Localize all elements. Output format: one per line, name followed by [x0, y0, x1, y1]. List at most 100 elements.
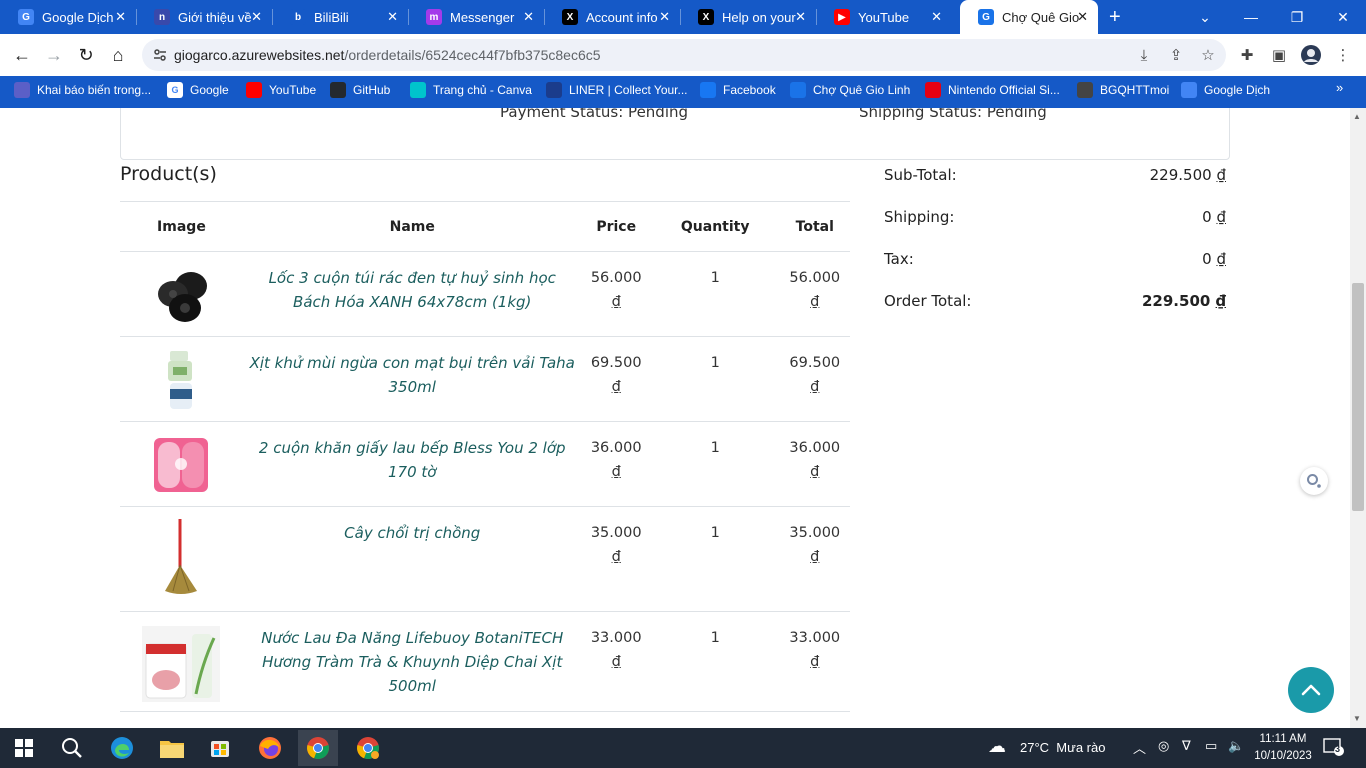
product-thumbnail[interactable] [120, 434, 243, 500]
back-to-top-button[interactable] [1288, 667, 1334, 713]
product-name-link[interactable]: Nước Lau Đa Năng Lifebuoy BotaniTECH Hươ… [249, 626, 576, 698]
install-app-icon[interactable]: ⤓ [1134, 45, 1154, 65]
share-icon[interactable]: ⇪ [1166, 45, 1186, 65]
scroll-up-arrow-icon[interactable]: ▲ [1353, 112, 1361, 121]
new-tab-button[interactable]: + [1109, 6, 1121, 29]
forward-button[interactable]: → [43, 44, 65, 66]
quantity-cell: 1 [650, 506, 780, 612]
product-thumbnail[interactable] [120, 624, 243, 708]
close-tab-icon[interactable]: ✕ [251, 9, 262, 25]
bookmark-item[interactable]: Khai báo biến trong... [14, 76, 151, 104]
chevron-up-icon [1301, 684, 1321, 696]
messenger-icon: m [426, 9, 442, 25]
table-row: Xịt khử mùi ngừa con mạt bụi trên vải Ta… [120, 336, 850, 422]
start-button[interactable] [4, 730, 44, 766]
total-cell-value: 56.000 [789, 270, 841, 286]
x-icon: X [698, 9, 714, 25]
search-icon[interactable] [52, 730, 92, 766]
site-info-icon[interactable] [152, 47, 168, 63]
bookmark-item[interactable]: Trang chủ - Canva [410, 76, 532, 104]
chrome-profile-icon[interactable] [348, 730, 388, 766]
close-tab-icon[interactable]: ✕ [387, 9, 398, 25]
network-icon[interactable]: ▭ [1205, 738, 1217, 754]
close-tab-icon[interactable]: ✕ [659, 9, 670, 25]
home-button[interactable]: ⌂ [107, 44, 129, 66]
scrollbar-thumb[interactable] [1352, 283, 1364, 511]
product-image-cell [120, 251, 243, 337]
bookmark-item[interactable]: Nintendo Official Si... [925, 76, 1060, 104]
close-tab-icon[interactable]: ✕ [1077, 9, 1088, 25]
browser-menu-icon[interactable]: ⋮ [1333, 45, 1353, 65]
product-name-link[interactable]: Cây chổi trị chồng [249, 521, 576, 545]
edge-icon[interactable] [102, 730, 142, 766]
browser-tab[interactable]: X Account info ✕ [544, 0, 680, 34]
volume-icon[interactable]: 🔈 [1228, 738, 1244, 754]
bookmark-item[interactable]: GitHub [330, 76, 390, 104]
shipping-row: Shipping: 0 ₫ [884, 208, 1226, 250]
taskbar-clock[interactable]: 11:11 AM 10/10/2023 [1248, 731, 1318, 765]
vpn-icon[interactable]: ∇ [1182, 738, 1191, 754]
bookmark-item[interactable]: BGQHTTmoi [1077, 76, 1169, 104]
side-panel-icon[interactable]: ▣ [1269, 45, 1289, 65]
camera-icon[interactable]: ◎ [1158, 738, 1169, 754]
product-name-link[interactable]: 2 cuộn khăn giấy lau bếp Bless You 2 lớp… [249, 436, 576, 484]
product-thumbnail[interactable] [120, 264, 243, 330]
browser-tab[interactable]: b BiliBili ✕ [272, 0, 408, 34]
more-bookmarks-icon[interactable]: » [1336, 80, 1343, 95]
browser-tab[interactable]: G Chợ Quê Gio ✕ [960, 0, 1098, 34]
weather-icon[interactable]: ☁ [988, 736, 1006, 757]
close-tab-icon[interactable]: ✕ [931, 9, 942, 25]
firefox-icon[interactable] [250, 730, 290, 766]
bookmark-item[interactable]: G Google [167, 76, 229, 104]
product-name-link[interactable]: Lốc 3 cuộn túi rác đen tự huỷ sinh học B… [249, 266, 576, 314]
close-tab-icon[interactable]: ✕ [523, 9, 534, 25]
weather-widget[interactable]: 27°C Mưa rào [1020, 740, 1105, 755]
tax-row: Tax: 0 ₫ [884, 250, 1226, 292]
product-image-cell [120, 336, 243, 422]
bookmark-item[interactable]: Chợ Quê Gio Linh [790, 76, 910, 104]
currency-symbol: ₫ [611, 379, 621, 395]
bookmark-star-icon[interactable]: ☆ [1198, 45, 1218, 65]
bookmark-item[interactable]: YouTube [246, 76, 316, 104]
bookmark-label: Google Dịch [1204, 83, 1271, 97]
price-cell-value: 56.000 [590, 270, 642, 286]
close-tab-icon[interactable]: ✕ [795, 9, 806, 25]
file-explorer-icon[interactable] [152, 730, 192, 766]
restore-button[interactable]: ❐ [1274, 0, 1320, 34]
close-tab-icon[interactable]: ✕ [115, 9, 126, 25]
notifications-icon[interactable]: 3 [1323, 737, 1345, 757]
back-button[interactable]: ← [11, 44, 33, 66]
browser-tab[interactable]: n Giới thiệu về ✕ [136, 0, 272, 34]
browser-tab[interactable]: m Messenger ✕ [408, 0, 544, 34]
bookmark-item[interactable]: Facebook [700, 76, 776, 104]
product-thumbnail[interactable] [120, 517, 243, 601]
google-icon: G [167, 82, 183, 98]
scroll-down-arrow-icon[interactable]: ▼ [1353, 714, 1361, 723]
minimize-button[interactable]: — [1228, 0, 1274, 34]
tab-title: Messenger [450, 9, 515, 25]
currency-symbol: ₫ [810, 464, 820, 480]
bookmark-item[interactable]: Google Dịch [1181, 76, 1270, 104]
youtube-icon: ▶ [834, 9, 850, 25]
address-bar[interactable]: giogarco.azurewebsites.net/orderdetails/… [142, 39, 1226, 71]
extensions-icon[interactable]: ✚ [1237, 45, 1257, 65]
show-hidden-icons-icon[interactable]: ︿ [1133, 738, 1146, 757]
chrome-icon[interactable] [298, 730, 338, 766]
browser-tab[interactable]: ▶ YouTube ✕ [816, 0, 952, 34]
table-row: Cây chổi trị chồng 35.000 ₫ 1 35.000 ₫ [120, 506, 850, 612]
browser-tab[interactable]: X Help on your ✕ [680, 0, 816, 34]
close-window-button[interactable]: ✕ [1320, 0, 1366, 34]
bookmark-item[interactable]: LINER | Collect Your... [546, 76, 688, 104]
url-text[interactable]: giogarco.azurewebsites.net/orderdetails/… [174, 47, 601, 63]
product-name-cell: Xịt khử mùi ngừa con mạt bụi trên vải Ta… [242, 336, 582, 422]
microsoft-store-icon[interactable] [200, 730, 240, 766]
floating-search-icon[interactable] [1300, 467, 1328, 495]
product-name-link[interactable]: Xịt khử mùi ngừa con mạt bụi trên vải Ta… [249, 351, 576, 399]
table-header-row: Image Name Price Quantity Total [120, 201, 850, 252]
tab-search-chevron-icon[interactable]: ⌄ [1182, 0, 1228, 34]
browser-tab[interactable]: G Google Dịch ✕ [0, 0, 136, 34]
product-thumbnail[interactable] [120, 349, 243, 415]
reload-button[interactable]: ↻ [75, 44, 97, 66]
profile-avatar[interactable] [1301, 45, 1321, 65]
currency-symbol: ₫ [810, 654, 820, 670]
